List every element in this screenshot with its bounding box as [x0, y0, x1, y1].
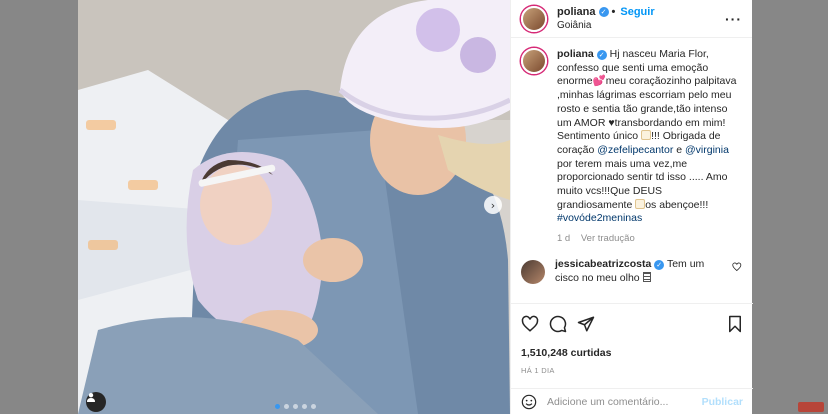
caption-author-avatar[interactable]: [521, 48, 547, 74]
carousel-dot: [302, 404, 307, 409]
carousel-dot: [284, 404, 289, 409]
mention-link[interactable]: @virginia: [685, 144, 729, 156]
post-header: poliana ✓ • Seguir Goiânia ···: [511, 0, 752, 38]
post-photo-illustration: [78, 0, 510, 414]
post-timestamp[interactable]: HÁ 1 DIA: [521, 366, 743, 375]
heart-emoji-icon: 💕: [592, 75, 606, 88]
dim-overlay-left[interactable]: [0, 0, 78, 414]
comment-composer: Publicar: [511, 388, 753, 414]
carousel-dot: [311, 404, 316, 409]
caption-username[interactable]: poliana: [557, 48, 594, 60]
separator: •: [611, 5, 616, 18]
verified-icon: ✓: [654, 259, 665, 270]
post-caption: poliana ✓ Hj nasceu Maria Flor, confesso…: [511, 38, 752, 246]
user-icon: [87, 393, 95, 402]
author-avatar[interactable]: [521, 5, 547, 32]
verified-icon: ✓: [598, 7, 609, 17]
location-link[interactable]: Goiânia: [557, 19, 725, 32]
post-photo[interactable]: ›: [78, 0, 510, 414]
caption-text: os abençoe!!!: [645, 198, 709, 211]
post-actions: 1,510,248 curtidas HÁ 1 DIA: [511, 303, 753, 375]
more-icon[interactable]: ···: [725, 11, 742, 27]
comment-bubble-icon[interactable]: [549, 315, 567, 333]
see-translation-link[interactable]: Ver tradução: [581, 233, 635, 244]
commenter-username[interactable]: jessicabeatrizcosta: [555, 258, 651, 270]
commenter-avatar[interactable]: [521, 259, 545, 284]
caption-age[interactable]: 1 d: [557, 233, 570, 244]
verified-icon: ✓: [596, 50, 607, 60]
emoji-smiley-icon[interactable]: [521, 394, 537, 410]
tagged-users-button[interactable]: [86, 392, 106, 412]
like-comment-heart-icon[interactable]: [732, 262, 742, 272]
save-bookmark-icon[interactable]: [727, 315, 743, 333]
carousel-dot: [293, 404, 298, 409]
like-heart-icon[interactable]: [521, 315, 539, 333]
follow-button[interactable]: Seguir: [620, 6, 654, 19]
post-side-panel: poliana ✓ • Seguir Goiânia ··· poliana ✓…: [510, 0, 753, 414]
likes-count[interactable]: 1,510,248 curtidas: [521, 347, 743, 359]
watermark-logo: [798, 402, 824, 412]
comment-input[interactable]: [547, 395, 702, 408]
dim-overlay-right[interactable]: [752, 0, 828, 414]
mention-link[interactable]: @zefelipecantor: [597, 144, 673, 156]
stacked-documents-icon: [642, 271, 651, 282]
caption-text: e: [673, 143, 686, 156]
share-send-icon[interactable]: [577, 315, 595, 333]
publish-button[interactable]: Publicar: [702, 396, 743, 408]
carousel-indicator: [275, 404, 316, 409]
hashtag-link[interactable]: #vovóde2meninas: [557, 212, 642, 224]
praying-hands-icon: [635, 198, 646, 209]
author-username[interactable]: poliana: [557, 6, 596, 19]
praying-hands-icon: [641, 130, 652, 141]
carousel-dot: [275, 404, 280, 409]
comment-item: jessicabeatrizcosta ✓ Tem um cisco no me…: [511, 246, 752, 285]
carousel-next-button[interactable]: ›: [484, 196, 502, 214]
